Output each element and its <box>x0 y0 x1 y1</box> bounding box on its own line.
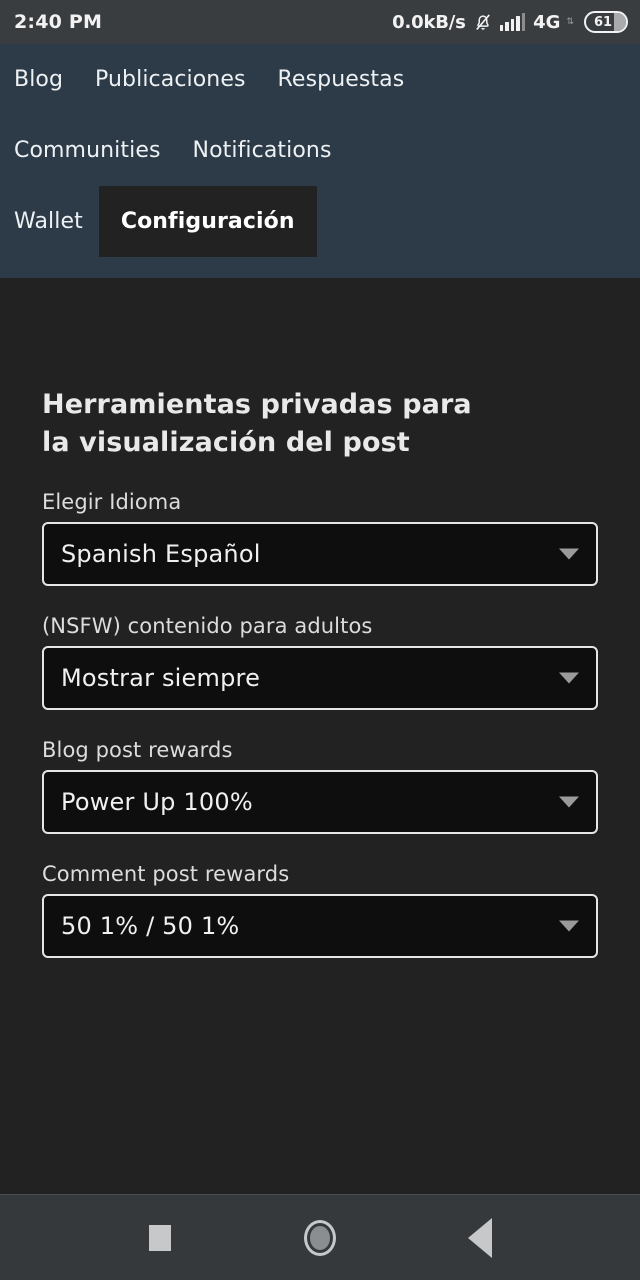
field-nsfw: (NSFW) contenido para adultos Mostrar si… <box>42 614 598 710</box>
label-comment-post-rewards: Comment post rewards <box>42 862 290 886</box>
back-button[interactable] <box>452 1210 508 1266</box>
label-nsfw: (NSFW) contenido para adultos <box>42 614 373 638</box>
select-value-comment-post-rewards: 50 1% / 50 1% <box>61 912 240 940</box>
network-speed-text: 0.0kB/s <box>392 11 466 33</box>
tab-blog[interactable]: Blog <box>0 44 79 115</box>
select-value-nsfw: Mostrar siempre <box>61 664 261 692</box>
battery-level-text: 61 <box>593 14 613 30</box>
select-comment-post-rewards[interactable]: 50 1% / 50 1% <box>42 894 598 958</box>
chevron-down-icon <box>559 672 579 684</box>
page-title: Herramientas privadas para la visualizac… <box>42 389 472 458</box>
circle-home-icon <box>304 1219 336 1256</box>
battery-icon: 61 <box>584 11 628 33</box>
field-comment-post-rewards: Comment post rewards 50 1% / 50 1% <box>42 862 598 958</box>
home-button[interactable] <box>292 1210 348 1266</box>
label-blog-post-rewards: Blog post rewards <box>42 738 233 762</box>
chevron-down-icon <box>559 920 579 932</box>
data-transfer-arrows-icon: ⇅ <box>566 16 573 27</box>
tab-row-3: Wallet Configuración <box>0 186 640 257</box>
tab-row-2: Communities Notifications <box>0 115 640 186</box>
select-nsfw[interactable]: Mostrar siempre <box>42 646 598 710</box>
select-value-elegir-idioma: Spanish Español <box>61 540 261 568</box>
tab-notifications[interactable]: Notifications <box>177 115 348 186</box>
status-bar: 2:40 PM 0.0kB/s 4G ⇅ 61 <box>0 0 640 44</box>
select-value-blog-post-rewards: Power Up 100% <box>61 788 253 816</box>
select-elegir-idioma[interactable]: Spanish Español <box>42 522 598 586</box>
status-icons: 0.0kB/s 4G ⇅ 61 <box>392 11 628 33</box>
chevron-down-icon <box>559 796 579 808</box>
status-clock: 2:40 PM <box>14 11 103 33</box>
tab-row-1: Blog Publicaciones Respuestas <box>0 44 640 115</box>
tab-configuracion[interactable]: Configuración <box>98 186 317 257</box>
system-navigation-bar <box>0 1194 640 1280</box>
tab-publicaciones[interactable]: Publicaciones <box>79 44 262 115</box>
network-type-text: 4G <box>533 11 561 33</box>
settings-content: Herramientas privadas para la visualizac… <box>0 278 640 1194</box>
field-elegir-idioma: Elegir Idioma Spanish Español <box>42 490 598 586</box>
top-navigation: Blog Publicaciones Respuestas Communitie… <box>0 44 640 278</box>
tab-communities[interactable]: Communities <box>0 115 177 186</box>
tab-wallet[interactable]: Wallet <box>0 186 99 257</box>
field-blog-post-rewards: Blog post rewards Power Up 100% <box>42 738 598 834</box>
signal-bars-icon <box>499 13 526 31</box>
label-elegir-idioma: Elegir Idioma <box>42 490 182 514</box>
square-recents-icon <box>149 1224 171 1251</box>
tab-respuestas[interactable]: Respuestas <box>262 44 421 115</box>
recents-button[interactable] <box>132 1210 188 1266</box>
bell-muted-icon <box>473 11 493 33</box>
select-blog-post-rewards[interactable]: Power Up 100% <box>42 770 598 834</box>
triangle-back-icon <box>468 1217 492 1258</box>
chevron-down-icon <box>559 548 579 560</box>
